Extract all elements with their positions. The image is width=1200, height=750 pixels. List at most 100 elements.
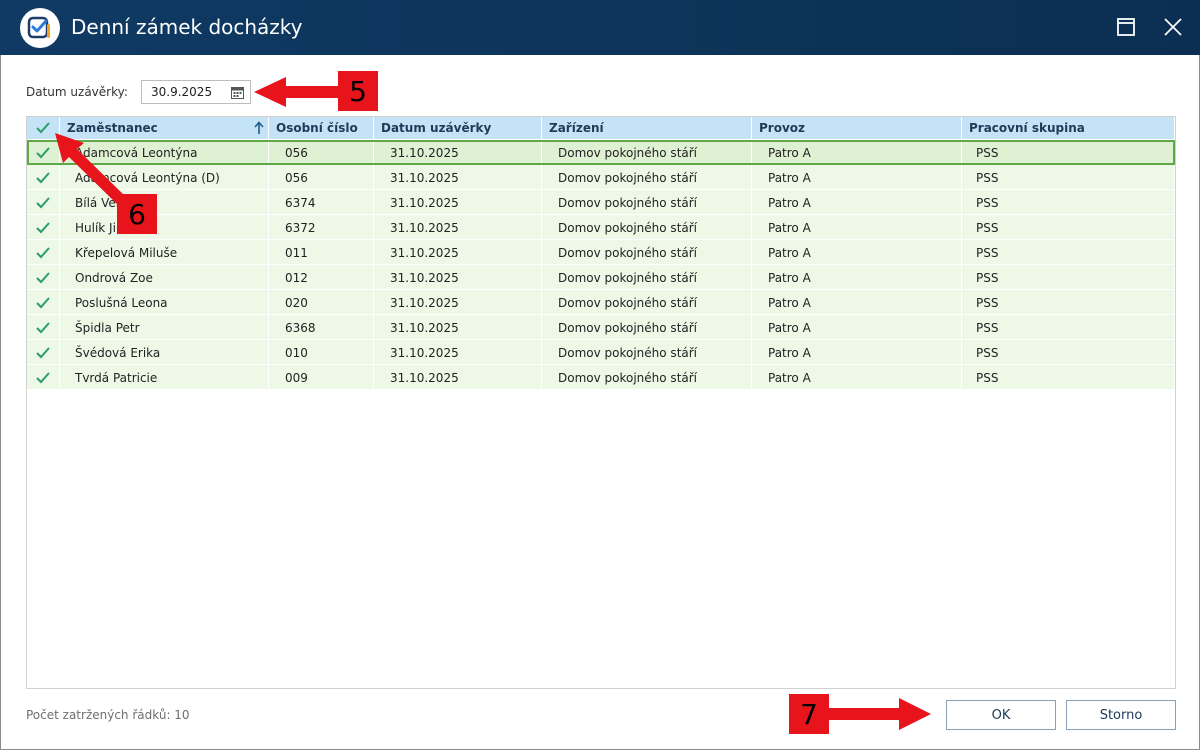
column-header-group[interactable]: Pracovní skupina (962, 117, 1175, 139)
row-checkbox[interactable] (27, 215, 60, 240)
table-row[interactable]: Adamcová Leontýna (D) 056 31.10.2025 Domov … (27, 165, 1175, 190)
column-header-label: Provoz (759, 121, 806, 135)
cell-personal-number: 056 (269, 140, 374, 165)
cell-work-group: PSS (962, 240, 1175, 265)
employee-grid: Zaměstnanec Osobní číslo Datum uzávěrky … (26, 116, 1176, 689)
row-checkbox[interactable] (27, 140, 60, 165)
title-bar: Denní zámek docházky (0, 0, 1200, 55)
check-icon (36, 346, 50, 358)
table-row[interactable]: Adamcová Leontýna 056 31.10.2025 Domov poko… (27, 140, 1175, 165)
cell-closing-date: 31.10.2025 (374, 365, 542, 390)
row-checkbox[interactable] (27, 165, 60, 190)
date-label: Datum uzávěrky: (26, 85, 128, 99)
cell-closing-date: 31.10.2025 (374, 315, 542, 340)
check-icon[interactable] (36, 122, 50, 134)
cell-personal-number: 6374 (269, 190, 374, 215)
table-row[interactable]: Špidla Petr 6368 31.10.2025 Domov pokojného… (27, 315, 1175, 340)
check-icon (36, 321, 50, 333)
cell-operation: Patro A (752, 340, 962, 365)
select-all-checkbox[interactable] (27, 117, 60, 139)
row-checkbox[interactable] (27, 190, 60, 215)
cell-facility: Domov pokojného stáří (542, 215, 752, 240)
grid-header: Zaměstnanec Osobní číslo Datum uzávěrky … (27, 117, 1175, 139)
row-checkbox[interactable] (27, 265, 60, 290)
date-field[interactable]: 30.9.2025 (141, 80, 251, 104)
sort-ascending-icon (254, 121, 264, 134)
column-header-label: Datum uzávěrky (381, 121, 492, 135)
cell-facility: Domov pokojného stáří (542, 290, 752, 315)
column-header-label: Zaměstnanec (67, 121, 158, 135)
table-row[interactable]: Bílá Vera 6374 31.10.2025 Domov pokojného s… (27, 190, 1175, 215)
column-header-date[interactable]: Datum uzávěrky (374, 117, 542, 139)
cell-operation: Patro A (752, 240, 962, 265)
column-header-number[interactable]: Osobní číslo (269, 117, 374, 139)
cell-operation: Patro A (752, 315, 962, 340)
cell-operation: Patro A (752, 215, 962, 240)
table-row[interactable]: Poslušná Leona 020 31.10.2025 Domov pokojné… (27, 290, 1175, 315)
check-icon (36, 246, 50, 258)
column-header-operation[interactable]: Provoz (752, 117, 962, 139)
cell-facility: Domov pokojného stáří (542, 190, 752, 215)
cell-work-group: PSS (962, 165, 1175, 190)
check-icon (36, 196, 50, 208)
cell-employee-name: Křepelová Miluše (60, 240, 269, 265)
row-checkbox[interactable] (27, 340, 60, 365)
calendar-icon[interactable] (231, 86, 244, 99)
check-icon (36, 146, 50, 158)
close-icon[interactable] (1160, 14, 1186, 40)
cell-operation: Patro A (752, 140, 962, 165)
cell-operation: Patro A (752, 365, 962, 390)
cell-employee-name: Adamcová Leontýna (60, 140, 269, 165)
cell-work-group: PSS (962, 315, 1175, 340)
table-row[interactable]: Křepelová Miluše 011 31.10.2025 Domov pokoj… (27, 240, 1175, 265)
cell-personal-number: 6372 (269, 215, 374, 240)
cell-employee-name: Bílá Vera (60, 190, 269, 215)
check-icon (36, 296, 50, 308)
cell-personal-number: 6368 (269, 315, 374, 340)
ok-button[interactable]: OK (946, 700, 1056, 730)
checked-rows-count: Počet zatržených řádků: 10 (26, 708, 190, 722)
annotation-badge-6: 6 (117, 194, 157, 234)
row-checkbox[interactable] (27, 290, 60, 315)
cell-operation: Patro A (752, 290, 962, 315)
cell-facility: Domov pokojného stáří (542, 340, 752, 365)
cell-operation: Patro A (752, 165, 962, 190)
cell-closing-date: 31.10.2025 (374, 140, 542, 165)
date-value[interactable]: 30.9.2025 (151, 85, 212, 99)
cell-personal-number: 056 (269, 165, 374, 190)
row-checkbox[interactable] (27, 315, 60, 340)
table-row[interactable]: Švédová Erika 010 31.10.2025 Domov pokojnéh… (27, 340, 1175, 365)
annotation-badge-7: 7 (789, 694, 829, 734)
cell-operation: Patro A (752, 190, 962, 215)
cell-employee-name: Adamcová Leontýna (D) (60, 165, 269, 190)
column-header-facility[interactable]: Zařízení (542, 117, 752, 139)
cell-employee-name: Špidla Petr (60, 315, 269, 340)
cell-facility: Domov pokojného stáří (542, 365, 752, 390)
cell-personal-number: 020 (269, 290, 374, 315)
cell-operation: Patro A (752, 265, 962, 290)
table-row[interactable]: Ondrová Zoe 012 31.10.2025 Domov pokojného … (27, 265, 1175, 290)
column-header-label: Pracovní skupina (969, 121, 1085, 135)
cell-facility: Domov pokojného stáří (542, 140, 752, 165)
table-row[interactable]: Hulík Jiří 6372 31.10.2025 Domov pokojného … (27, 215, 1175, 240)
cell-personal-number: 009 (269, 365, 374, 390)
row-checkbox[interactable] (27, 240, 60, 265)
cell-employee-name: Ondrová Zoe (60, 265, 269, 290)
cell-closing-date: 31.10.2025 (374, 290, 542, 315)
maximize-icon[interactable] (1113, 14, 1139, 40)
cell-facility: Domov pokojného stáří (542, 265, 752, 290)
column-header-label: Zařízení (549, 121, 604, 135)
table-row[interactable]: Tvrdá Patricie 009 31.10.2025 Domov pokojné… (27, 365, 1175, 390)
cell-employee-name: Hulík Jiří (60, 215, 269, 240)
cell-work-group: PSS (962, 340, 1175, 365)
cell-facility: Domov pokojného stáří (542, 165, 752, 190)
column-header-employee[interactable]: Zaměstnanec (60, 117, 269, 139)
cell-work-group: PSS (962, 190, 1175, 215)
cell-closing-date: 31.10.2025 (374, 340, 542, 365)
row-checkbox[interactable] (27, 365, 60, 390)
cell-employee-name: Švédová Erika (60, 340, 269, 365)
cell-employee-name: Tvrdá Patricie (60, 365, 269, 390)
check-icon (36, 171, 50, 183)
cell-closing-date: 31.10.2025 (374, 190, 542, 215)
cancel-button[interactable]: Storno (1066, 700, 1176, 730)
